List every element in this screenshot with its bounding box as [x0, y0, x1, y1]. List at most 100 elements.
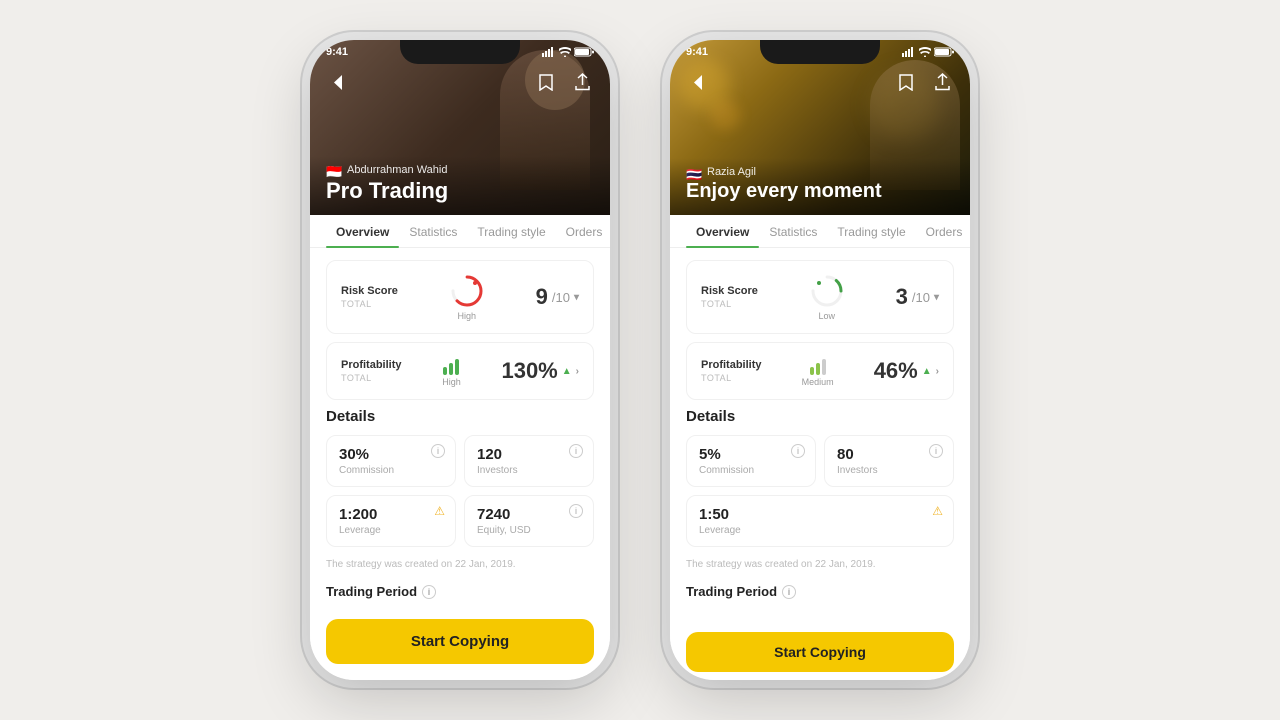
profitability-bars-1: High [442, 355, 461, 387]
phone-2-hero-nav [670, 68, 970, 96]
profitability-number-2: 46% [874, 358, 918, 384]
risk-score-number-2: 3 [896, 284, 908, 310]
trader-name-1: Abdurrahman Wahid [347, 164, 447, 176]
profitability-arrow-1: ▲ [562, 366, 572, 377]
tab-overview-1[interactable]: Overview [326, 215, 399, 247]
detail-leverage-1: ⚠ 1:200 Leverage [326, 495, 456, 547]
detail-leverage-2: ⚠ 1:50 Leverage [686, 495, 954, 547]
investors-label-2: Investors [837, 465, 941, 476]
profitability-value-2: 46% ▲ › [874, 358, 939, 384]
tab-statistics-1[interactable]: Statistics [399, 215, 467, 247]
back-button-2[interactable] [684, 68, 712, 96]
tab-overview-2[interactable]: Overview [686, 215, 759, 247]
bar-label-1: High [442, 377, 461, 387]
info-investors-2[interactable]: i [929, 444, 943, 458]
phone-1-tabs: Overview Statistics Trading style Orders [310, 215, 610, 248]
risk-score-sublabel-2: TOTAL [701, 299, 758, 309]
risk-score-card-2: Risk Score TOTAL Low [686, 260, 954, 334]
leverage-value-1: 1:200 [339, 506, 443, 523]
bookmark-button[interactable] [532, 68, 560, 96]
share-button[interactable] [568, 68, 596, 96]
status-icons-2 [902, 46, 954, 58]
info-commission-2[interactable]: i [791, 444, 805, 458]
details-section-2: Details i 5% Commission i 80 Investors [670, 408, 970, 555]
start-copying-btn-1[interactable]: Start Copying [326, 619, 594, 664]
gauge-svg-1 [449, 273, 485, 309]
tab-statistics-2[interactable]: Statistics [759, 215, 827, 247]
profitability-bars-2: Medium [802, 355, 834, 387]
back-button[interactable] [324, 68, 352, 96]
bar-1c [455, 359, 459, 375]
risk-gauge-1: High [449, 273, 485, 321]
info-trading-period-1[interactable]: i [422, 585, 436, 599]
strategy-note-2: The strategy was created on 22 Jan, 2019… [670, 555, 970, 578]
signal-icon [542, 47, 556, 57]
trader-country-1: 🇮🇩 Abdurrahman Wahid [326, 164, 594, 176]
phone-2-wrapper: 9:41 🇹🇭 Razia Agil Enjoy every moment [670, 40, 970, 680]
phone-2-hero: 9:41 🇹🇭 Razia Agil Enjoy every moment [670, 40, 970, 215]
tab-trading-style-2[interactable]: Trading style [827, 215, 915, 247]
trader-country-2: 🇹🇭 Razia Agil [686, 166, 954, 178]
detail-investors-1: i 120 Investors [464, 435, 594, 487]
bar-1a [443, 367, 447, 375]
status-time-2: 9:41 [686, 46, 708, 58]
warning-leverage-1: ⚠ [434, 504, 445, 518]
phone-1-hero: 9:41 🇮🇩 Abdurrahman Wahid Pro Trading [310, 40, 610, 215]
profitability-chevron-1: › [576, 366, 579, 377]
profitability-sublabel-2: TOTAL [701, 373, 762, 383]
phone-1-frame: 9:41 🇮🇩 Abdurrahman Wahid Pro Trading [310, 40, 610, 680]
commission-label-2: Commission [699, 465, 803, 476]
risk-score-sublabel-1: TOTAL [341, 299, 398, 309]
details-grid-2: i 5% Commission i 80 Investors ⚠ 1:50 [686, 435, 954, 547]
phones-container: 9:41 🇮🇩 Abdurrahman Wahid Pro Trading [310, 40, 970, 680]
bookmark-button-2[interactable] [892, 68, 920, 96]
bar-label-2: Medium [802, 377, 834, 387]
tab-trading-style-1[interactable]: Trading style [467, 215, 555, 247]
profitability-chevron-2: › [936, 366, 939, 377]
risk-score-left-1: Risk Score TOTAL [341, 285, 398, 309]
profitability-card-2: Profitability TOTAL Medium [686, 342, 954, 400]
info-trading-period-2[interactable]: i [782, 585, 796, 599]
details-title-1: Details [326, 408, 594, 425]
phone-2-frame: 9:41 🇹🇭 Razia Agil Enjoy every moment [670, 40, 970, 680]
tab-orders-1[interactable]: Orders [556, 215, 610, 247]
bar-2c [822, 359, 826, 375]
risk-score-number-1: 9 [536, 284, 548, 310]
bar-icon-2 [810, 355, 826, 375]
share-button-2[interactable] [928, 68, 956, 96]
bokeh-2 [710, 100, 740, 130]
profitability-label-1: Profitability [341, 359, 402, 371]
trading-period-label-2: Trading Period [686, 584, 777, 599]
flag-2: 🇹🇭 [686, 167, 702, 178]
tab-orders-2[interactable]: Orders [916, 215, 970, 247]
phone-1-content: Overview Statistics Trading style Orders… [310, 215, 610, 680]
phone-1-notch [400, 40, 520, 64]
info-equity-1[interactable]: i [569, 504, 583, 518]
bar-2a [810, 367, 814, 375]
status-time-1: 9:41 [326, 46, 348, 58]
info-investors-1[interactable]: i [569, 444, 583, 458]
trading-period-label-1: Trading Period [326, 584, 417, 599]
phone-2-hero-overlay: 🇹🇭 Razia Agil Enjoy every moment [670, 158, 970, 215]
trading-period-title-2: Trading Period i [686, 584, 954, 599]
hero-nav-actions-2 [892, 68, 956, 96]
risk-score-left-2: Risk Score TOTAL [701, 285, 758, 309]
detail-investors-2: i 80 Investors [824, 435, 954, 487]
details-grid-1: i 30% Commission i 120 Investors ⚠ 1:200 [326, 435, 594, 547]
flag-1: 🇮🇩 [326, 164, 342, 175]
info-commission-1[interactable]: i [431, 444, 445, 458]
detail-commission-2: i 5% Commission [686, 435, 816, 487]
leverage-value-2: 1:50 [699, 506, 941, 523]
wifi-icon [559, 47, 571, 57]
details-title-2: Details [686, 408, 954, 425]
spacer-2 [670, 613, 970, 632]
risk-score-unit-2: /10 [912, 290, 930, 305]
start-copying-btn-2[interactable]: Start Copying [686, 632, 954, 672]
hero-title-2: Enjoy every moment [686, 180, 954, 203]
hero-nav-actions [532, 68, 596, 96]
risk-gauge-2: Low [809, 273, 845, 321]
risk-score-label-1: Risk Score [341, 285, 398, 297]
phone-1-hero-overlay: 🇮🇩 Abdurrahman Wahid Pro Trading [310, 156, 610, 215]
leverage-label-1: Leverage [339, 525, 443, 536]
risk-score-section-1: Risk Score TOTAL High [310, 248, 610, 408]
